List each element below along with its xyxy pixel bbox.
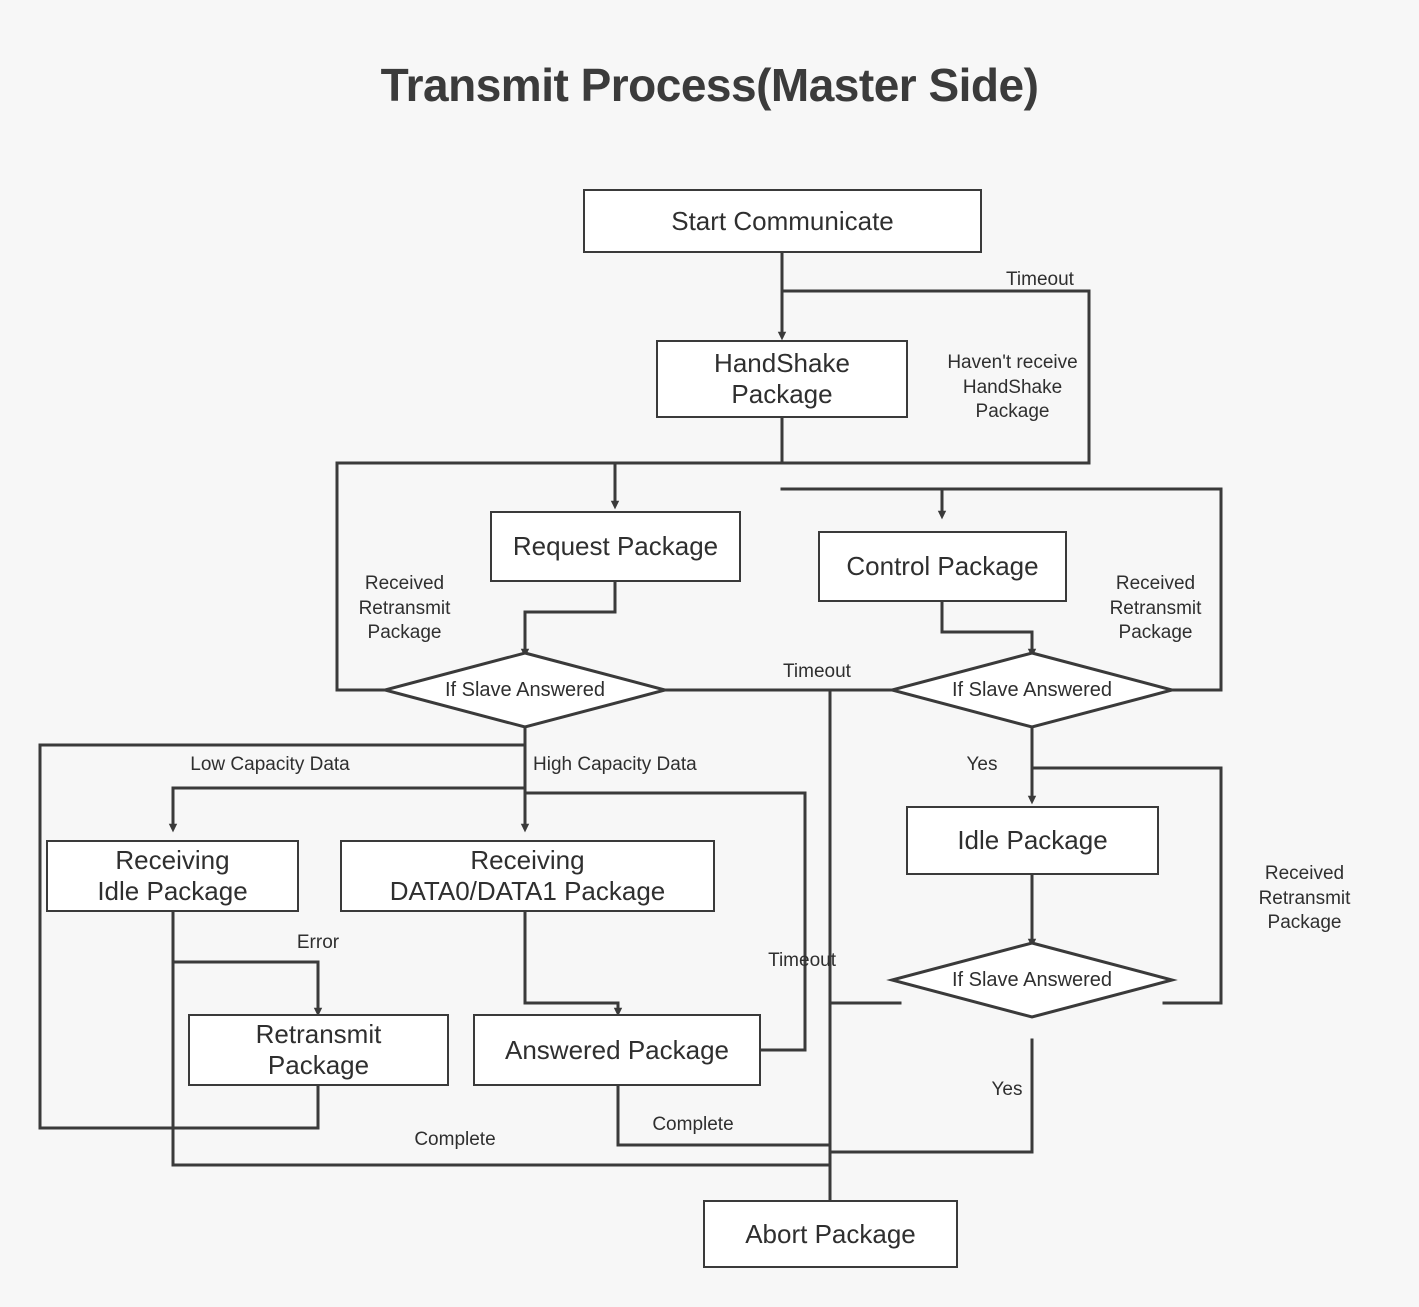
node-start-communicate[interactable]: Start Communicate [583,189,982,253]
node-idle-package[interactable]: Idle Package [906,806,1159,875]
node-abort-package[interactable]: Abort Package [703,1200,958,1268]
node-control-package[interactable]: Control Package [818,531,1067,602]
node-answered-package[interactable]: Answered Package [473,1014,761,1086]
node-request-package[interactable]: Request Package [490,511,741,582]
edge-label-received-retransmit-left: Received Retransmit Package [358,573,451,644]
decision-bottom-label[interactable]: If Slave Answered [892,969,1172,992]
edge-label-yes-upper: Yes [966,754,998,775]
flowchart-canvas: Transmit Process(Master Side) Start Comm… [0,0,1419,1307]
decision-left-label[interactable]: If Slave Answered [385,679,665,702]
edge-label-received-retransmit-bottom: Received Retransmit Package [1258,863,1351,934]
edge-label-yes-lower: Yes [991,1079,1023,1100]
edge-label-complete-left: Complete [414,1129,496,1150]
edge-label-havent-receive-handshake: Haven't receive HandShake Package [947,352,1078,423]
node-retransmit-package[interactable]: Retransmit Package [188,1014,449,1086]
node-receiving-idle-package[interactable]: Receiving Idle Package [46,840,299,912]
node-handshake-package[interactable]: HandShake Package [656,340,908,418]
edge-label-received-retransmit-right: Received Retransmit Package [1109,573,1202,644]
edge-label-low-capacity-data: Low Capacity Data [190,754,350,775]
edge-label-timeout-top: Timeout [1006,269,1074,290]
decision-right-label[interactable]: If Slave Answered [892,679,1172,702]
node-receiving-data-package[interactable]: Receiving DATA0/DATA1 Package [340,840,715,912]
edge-label-high-capacity-data: High Capacity Data [533,754,697,775]
edge-label-error: Error [296,932,340,953]
edge-label-complete-right: Complete [652,1114,734,1135]
edge-label-timeout-bottom: Timeout [768,950,836,971]
edge-label-timeout-middle: Timeout [783,661,851,682]
